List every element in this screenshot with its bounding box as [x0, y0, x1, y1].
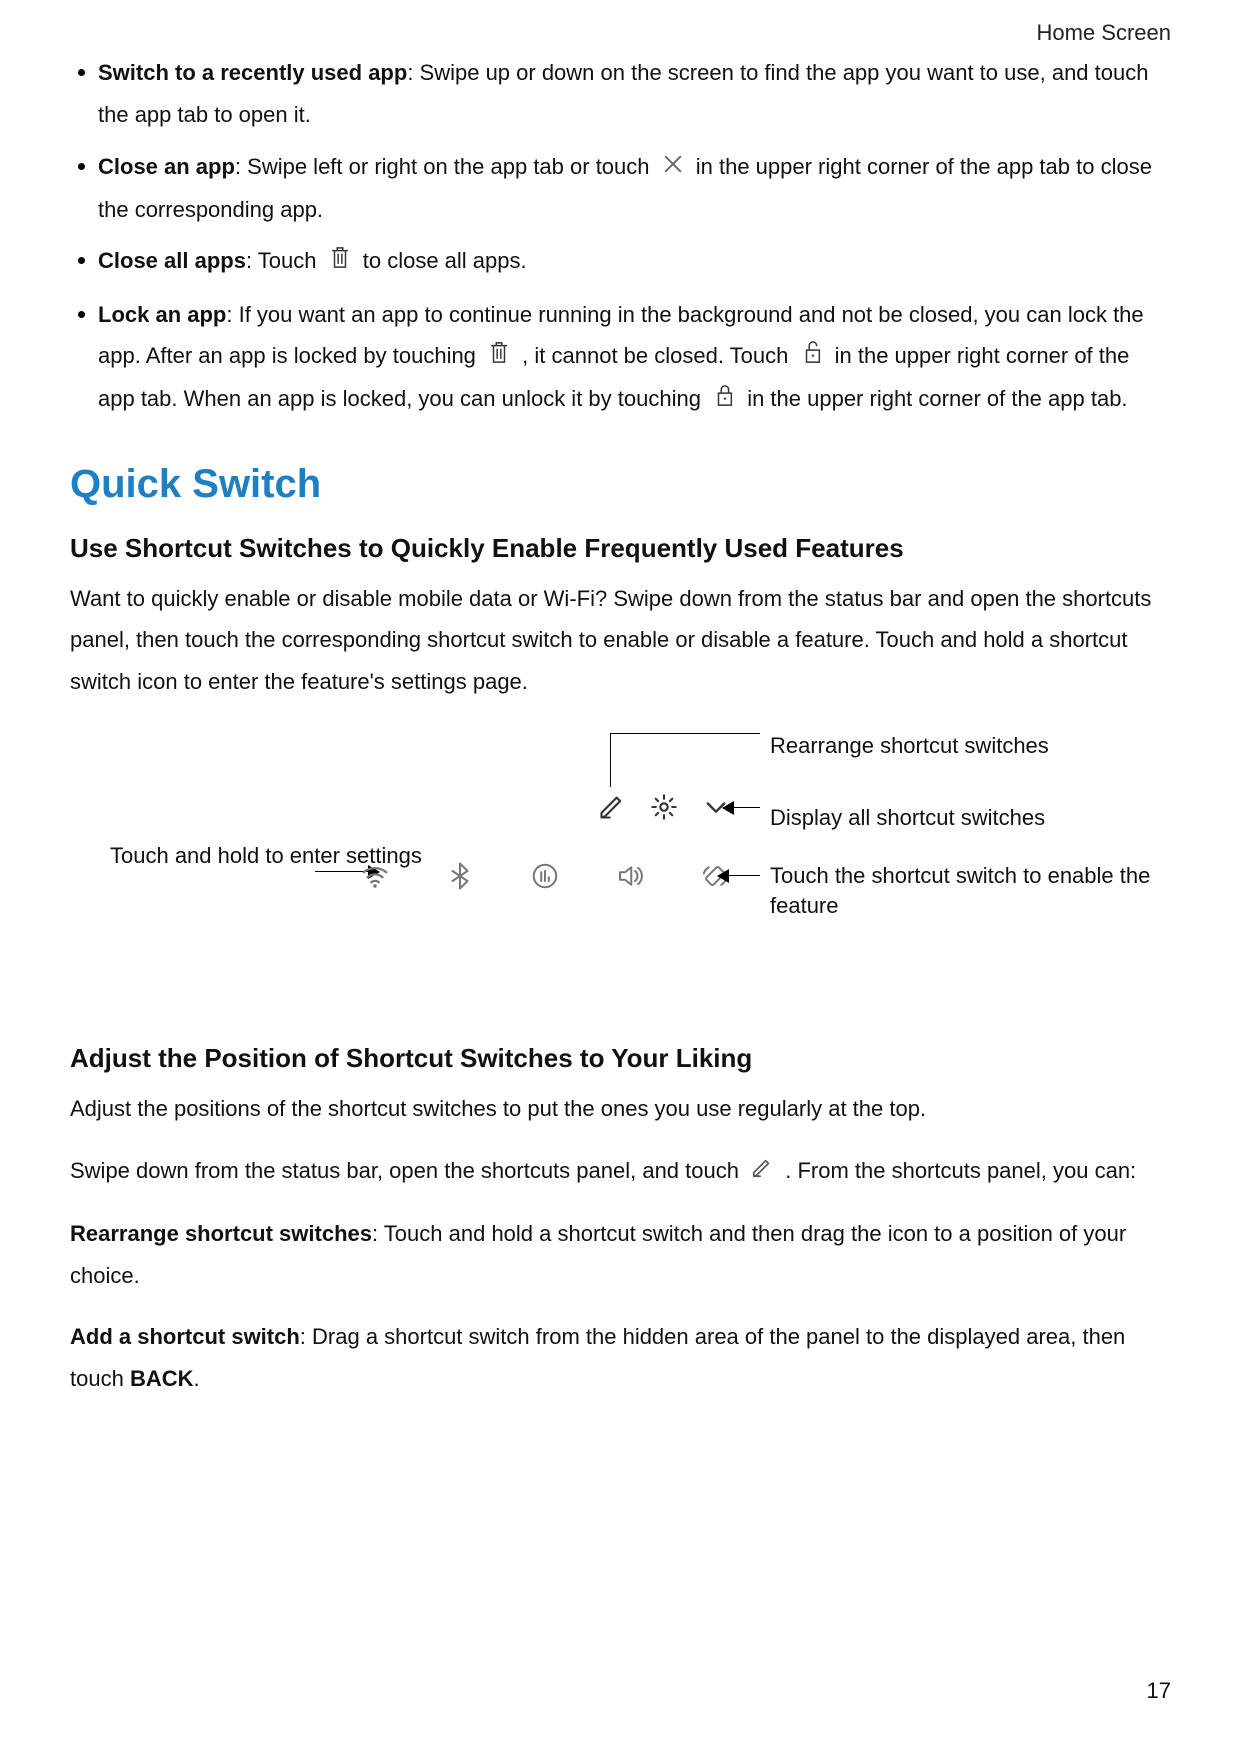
bullet-text: : Swipe left or right on the app tab or …: [235, 154, 656, 179]
bullet-title: Close an app: [98, 154, 235, 179]
paragraph-swipe-down: Swipe down from the status bar, open the…: [70, 1150, 1171, 1193]
paragraph-shortcut-intro: Want to quickly enable or disable mobile…: [70, 578, 1171, 703]
para-text: .: [194, 1366, 200, 1391]
bullet-title: Lock an app: [98, 302, 226, 327]
arrow-left-icon: [720, 801, 734, 815]
bullet-close-app: Close an app: Swipe left or right on the…: [70, 146, 1171, 231]
shortcut-switch-figure: Touch and hold to enter settings: [70, 733, 1171, 1003]
bullet-title: Switch to a recently used app: [98, 60, 407, 85]
subsection-shortcut-switches: Use Shortcut Switches to Quickly Enable …: [70, 533, 1171, 564]
trash-icon: [488, 337, 510, 379]
lock-icon: [713, 380, 735, 422]
recent-apps-bullet-list: Switch to a recently used app: Swipe up …: [70, 52, 1171, 422]
figure-connector-line: [730, 807, 760, 808]
bullet-lock-app: Lock an app: If you want an app to conti…: [70, 294, 1171, 422]
trash-icon: [329, 242, 351, 284]
paragraph-adjust-intro: Adjust the positions of the shortcut swi…: [70, 1088, 1171, 1130]
section-title-quick-switch: Quick Switch: [70, 462, 1171, 507]
bullet-text: : Touch: [246, 248, 323, 273]
back-label: BACK: [130, 1366, 194, 1391]
lock-open-icon: [801, 337, 823, 379]
arrow-left-icon: [715, 869, 729, 883]
paragraph-rearrange: Rearrange shortcut switches: Touch and h…: [70, 1213, 1171, 1297]
bluetooth-icon: [445, 861, 475, 896]
figure-shortcut-row: [360, 861, 730, 896]
figure-label-display-all: Display all shortcut switches: [770, 803, 1045, 833]
figure-connector-line: [725, 875, 760, 876]
figure-connector-line: [610, 733, 611, 787]
para-title: Add a shortcut switch: [70, 1324, 300, 1349]
edit-icon: [598, 793, 626, 826]
text-span: . From the shortcuts panel, you can:: [785, 1158, 1136, 1183]
bullet-title: Close all apps: [98, 248, 246, 273]
breadcrumb: Home Screen: [70, 20, 1171, 46]
text-span: Swipe down from the status bar, open the…: [70, 1158, 745, 1183]
edit-icon: [751, 1151, 773, 1193]
sound-icon: [615, 861, 645, 896]
figure-label-rearrange: Rearrange shortcut switches: [770, 731, 1049, 761]
bullet-text: to close all apps.: [363, 248, 527, 273]
bullet-switch-app: Switch to a recently used app: Swipe up …: [70, 52, 1171, 136]
bullet-close-all: Close all apps: Touch to close all apps.: [70, 240, 1171, 283]
paragraph-add-switch: Add a shortcut switch: Drag a shortcut s…: [70, 1316, 1171, 1400]
mobile-data-icon: [530, 861, 560, 896]
page-container: Home Screen Switch to a recently used ap…: [0, 0, 1241, 1754]
close-icon: [662, 147, 684, 189]
para-title: Rearrange shortcut switches: [70, 1221, 372, 1246]
figure-connector-line: [610, 733, 760, 734]
page-number: 17: [1147, 1678, 1171, 1704]
bullet-text: , it cannot be closed. Touch: [522, 343, 794, 368]
gear-icon: [650, 793, 678, 826]
subsection-adjust-position: Adjust the Position of Shortcut Switches…: [70, 1043, 1171, 1074]
wifi-icon: [360, 861, 390, 896]
bullet-text: in the upper right corner of the app tab…: [747, 386, 1127, 411]
figure-top-icons: [598, 793, 730, 826]
figure-label-touch-enable: Touch the shortcut switch to enable the …: [770, 861, 1171, 920]
